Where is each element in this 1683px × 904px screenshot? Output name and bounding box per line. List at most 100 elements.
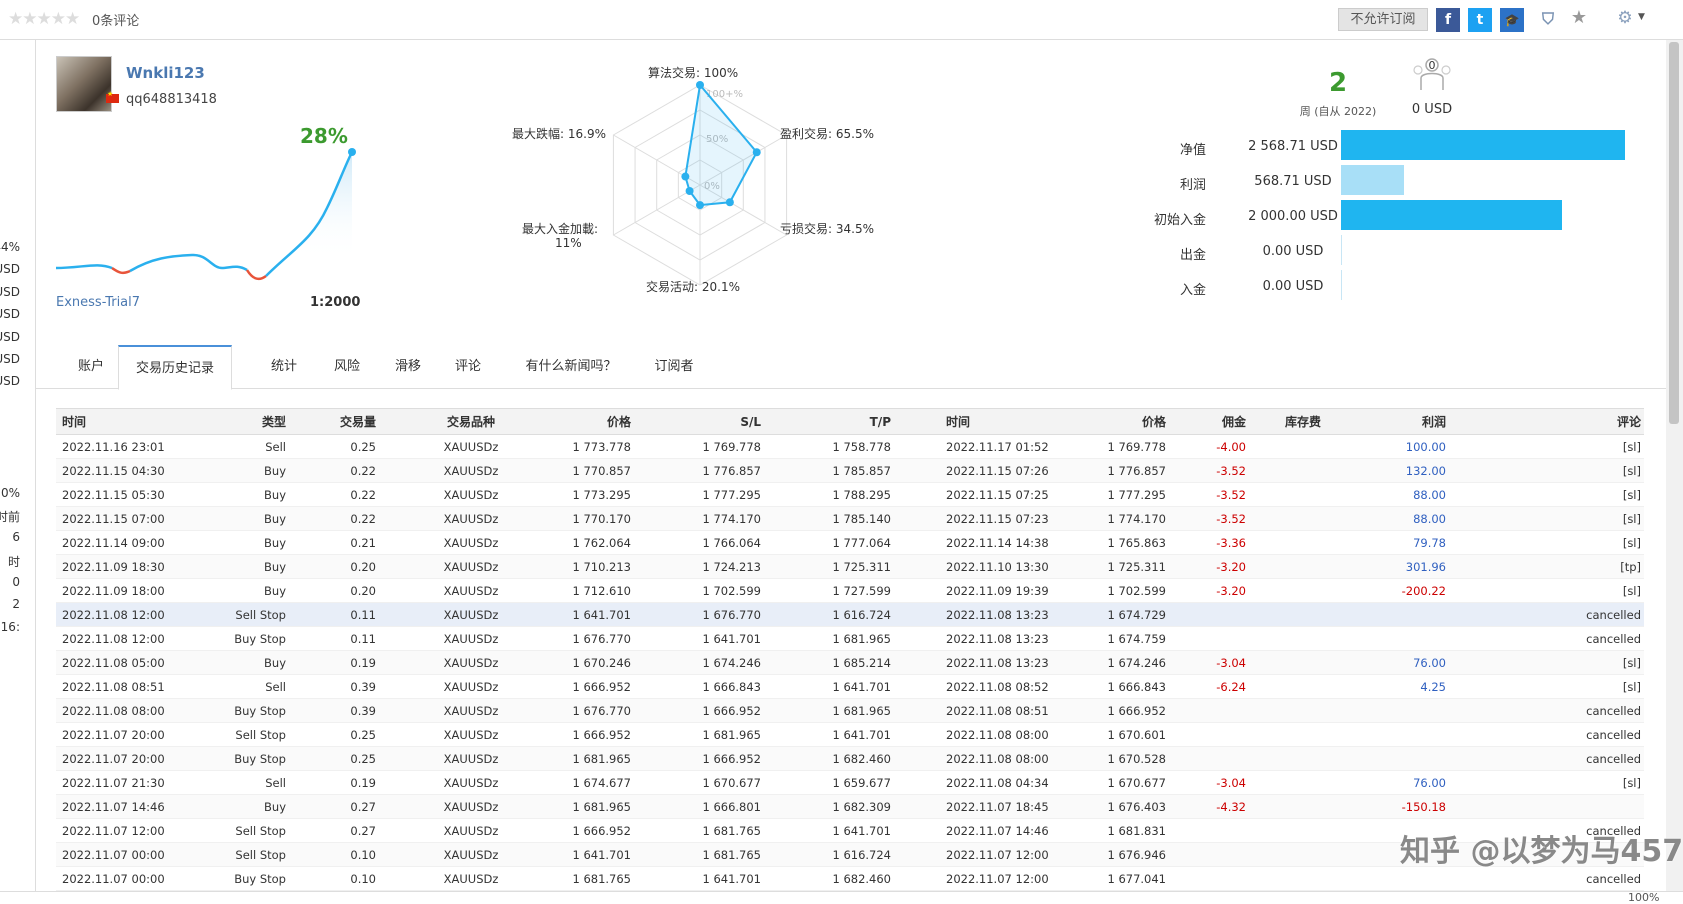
table-cell: 1 725.311: [832, 560, 891, 574]
username-link[interactable]: Wnkli123: [126, 64, 205, 82]
column-header[interactable]: 时间: [62, 409, 86, 436]
column-header[interactable]: 交易品种: [411, 409, 531, 436]
table-cell: 2022.11.08 04:34: [946, 776, 1049, 790]
table-cell: 1 702.599: [1107, 584, 1166, 598]
table-row[interactable]: 2022.11.14 09:00 Buy 0.21 XAUUSDz 1 762.064 1…: [56, 531, 1644, 555]
table-cell: 0.22: [350, 512, 376, 526]
avatar[interactable]: [56, 56, 112, 112]
table-cell: 1 681.765: [572, 872, 631, 886]
table-cell: Buy: [264, 560, 286, 574]
table-row[interactable]: 2022.11.16 23:01 Sell 0.25 XAUUSDz 1 773.778…: [56, 435, 1644, 459]
twitter-icon[interactable]: t: [1468, 8, 1492, 32]
tab-1[interactable]: 交易历史记录: [118, 345, 232, 390]
table-cell: 2022.11.07 21:30: [62, 776, 165, 790]
subscribers-count: 0: [1429, 59, 1436, 72]
table-row[interactable]: 2022.11.15 05:30 Buy 0.22 XAUUSDz 1 773.295 1…: [56, 483, 1644, 507]
table-cell: XAUUSDz: [443, 704, 499, 718]
column-header[interactable]: T/P: [870, 409, 891, 436]
column-header[interactable]: S/L: [740, 409, 761, 436]
growth-line-red-2: [245, 269, 267, 281]
column-header[interactable]: 价格: [1142, 409, 1166, 436]
table-cell: 2022.11.08 13:23: [946, 656, 1049, 670]
table-row[interactable]: 2022.11.07 20:00 Sell Stop 0.25 XAUUSDz 1 66…: [56, 723, 1644, 747]
table-cell: -3.36: [1216, 536, 1246, 550]
table-cell: XAUUSDz: [443, 752, 499, 766]
chevron-down-icon[interactable]: ▼: [1638, 12, 1645, 22]
table-cell: 1 641.701: [702, 632, 761, 646]
rating-stars-icon[interactable]: ★★★★★: [8, 9, 80, 29]
table-cell: 2022.11.07 00:00: [62, 848, 165, 862]
column-header[interactable]: 类型: [262, 409, 286, 436]
column-header[interactable]: 时间: [946, 409, 970, 436]
medal-icon[interactable]: ⛉: [1538, 7, 1558, 31]
tab-0[interactable]: 账户: [66, 345, 116, 389]
table-cell: XAUUSDz: [443, 440, 499, 454]
table-cell: 2022.11.08 08:52: [946, 680, 1049, 694]
table-cell: 2022.11.07 14:46: [62, 800, 165, 814]
stat-bar: [1341, 165, 1404, 195]
table-cell: 1 773.295: [572, 488, 631, 502]
column-header[interactable]: 价格: [607, 409, 631, 436]
table-cell: 1 776.857: [702, 464, 761, 478]
tab-7[interactable]: 订阅者: [640, 345, 708, 389]
education-icon[interactable]: 🎓: [1500, 8, 1524, 32]
table-cell: 2022.11.08 12:00: [62, 632, 165, 646]
table-cell: 1 777.064: [832, 536, 891, 550]
table-row[interactable]: 2022.11.07 14:46 Buy 0.27 XAUUSDz 1 681.965 1…: [56, 795, 1644, 819]
facebook-icon[interactable]: f: [1436, 8, 1460, 32]
table-row[interactable]: 2022.11.07 21:30 Sell 0.19 XAUUSDz 1 674.677…: [56, 771, 1644, 795]
table-cell: 2022.11.07 12:00: [946, 848, 1049, 862]
table-row[interactable]: 2022.11.09 18:30 Buy 0.20 XAUUSDz 1 710.213 1…: [56, 555, 1644, 579]
table-row[interactable]: 2022.11.07 00:00 Buy Stop 0.10 XAUUSDz 1 681…: [56, 867, 1644, 891]
settings-gear-icon[interactable]: ⚙: [1614, 6, 1636, 30]
column-header[interactable]: 交易量: [340, 409, 376, 436]
stat-row: 净值 2 568.71 USD: [1130, 130, 1650, 162]
table-cell: [sl]: [1622, 512, 1641, 526]
table-cell: 1 776.857: [1107, 464, 1166, 478]
table-cell: 1 666.952: [702, 704, 761, 718]
table-cell: 1 670.528: [1107, 752, 1166, 766]
tab-2[interactable]: 统计: [256, 345, 312, 389]
subscribe-disabled-button[interactable]: 不允许订阅: [1338, 8, 1428, 31]
left-cut-text: 6: [12, 530, 20, 544]
tab-4[interactable]: 滑移: [380, 345, 436, 389]
table-cell: 2022.11.15 07:23: [946, 512, 1049, 526]
column-header[interactable]: 佣金: [1222, 409, 1246, 436]
table-row[interactable]: 2022.11.15 04:30 Buy 0.22 XAUUSDz 1 770.857 1…: [56, 459, 1644, 483]
column-header[interactable]: 利润: [1422, 409, 1446, 436]
table-row[interactable]: 2022.11.08 08:00 Buy Stop 0.39 XAUUSDz 1 676…: [56, 699, 1644, 723]
table-row[interactable]: 2022.11.08 12:00 Buy Stop 0.11 XAUUSDz 1 676…: [56, 627, 1644, 651]
zoom-level[interactable]: 100%: [1628, 891, 1659, 904]
table-cell: [sl]: [1622, 680, 1641, 694]
column-header[interactable]: 评论: [1617, 409, 1641, 436]
vertical-scrollbar[interactable]: [1666, 40, 1683, 892]
table-cell: 1 724.213: [702, 560, 761, 574]
tab-6[interactable]: 有什么新闻吗？: [512, 345, 630, 389]
reviews-count-link[interactable]: 0条评论: [92, 10, 139, 29]
scrollbar-thumb[interactable]: [1669, 42, 1679, 424]
table-cell: 0.25: [350, 440, 376, 454]
table-cell: 1 788.295: [832, 488, 891, 502]
table-cell: [sl]: [1622, 776, 1641, 790]
radar-label-loss-trades: 亏损交易: 34.5%: [780, 222, 874, 236]
table-cell: 1 681.831: [1107, 824, 1166, 838]
table-row[interactable]: 2022.11.08 05:00 Buy 0.19 XAUUSDz 1 670.246 1…: [56, 651, 1644, 675]
table-row[interactable]: 2022.11.08 12:00 Sell Stop 0.11 XAUUSDz 1 64…: [56, 603, 1644, 627]
table-cell: 1 682.460: [832, 752, 891, 766]
table-cell: 0.10: [350, 872, 376, 886]
table-row[interactable]: 2022.11.09 18:00 Buy 0.20 XAUUSDz 1 712.610 1…: [56, 579, 1644, 603]
tab-5[interactable]: 评论: [440, 345, 496, 389]
table-cell: 1 681.965: [832, 704, 891, 718]
table-cell: 2022.11.08 08:51: [62, 680, 165, 694]
growth-chart[interactable]: [52, 140, 364, 290]
table-cell: 1 676.403: [1107, 800, 1166, 814]
subscribers-icon[interactable]: 0: [1412, 56, 1452, 92]
table-cell: [sl]: [1622, 536, 1641, 550]
tab-3[interactable]: 风险: [319, 345, 375, 389]
table-row[interactable]: 2022.11.08 08:51 Sell 0.39 XAUUSDz 1 666.952…: [56, 675, 1644, 699]
table-row[interactable]: 2022.11.07 20:00 Buy Stop 0.25 XAUUSDz 1 681…: [56, 747, 1644, 771]
favorite-star-icon[interactable]: ★: [1568, 6, 1590, 30]
table-row[interactable]: 2022.11.15 07:00 Buy 0.22 XAUUSDz 1 770.170 1…: [56, 507, 1644, 531]
broker-server-link[interactable]: Exness-Trial7: [56, 295, 140, 310]
column-header[interactable]: 库存费: [1285, 409, 1321, 436]
